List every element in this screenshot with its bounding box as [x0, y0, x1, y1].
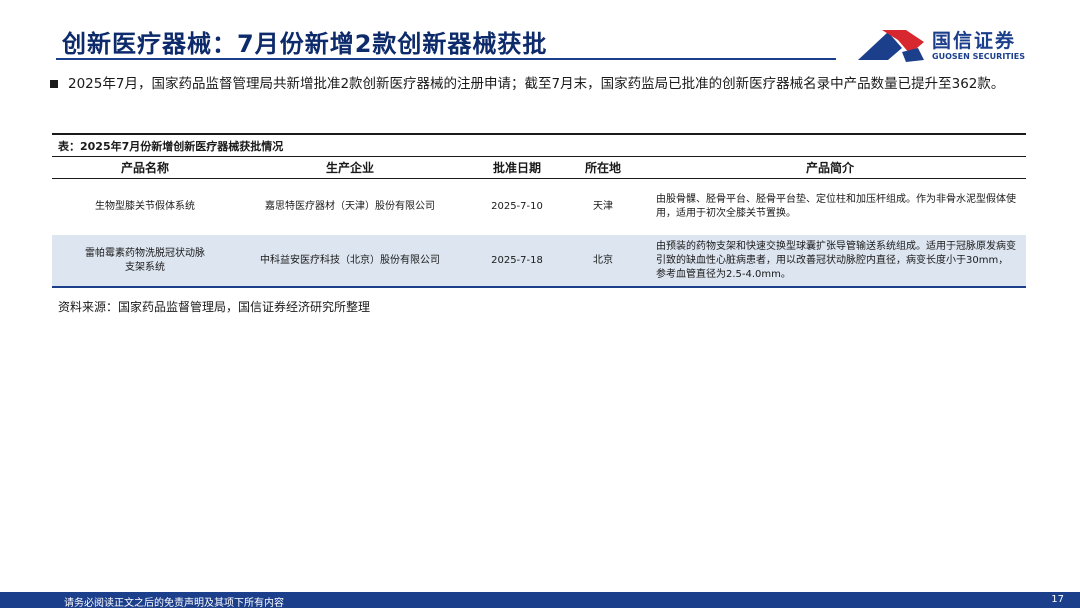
cell-location: 北京	[572, 235, 634, 288]
cell-description: 由预装的药物支架和快速交换型球囊扩张导管输送系统组成。适用于冠脉原发病变引致的缺…	[634, 235, 1026, 288]
cell-product-name: 生物型膝关节假体系统	[95, 201, 195, 212]
logo-en-text: GUOSEN SECURITIES	[932, 52, 1025, 61]
source-note: 资料来源：国家药品监督管理局，国信证券经济研究所整理	[58, 300, 371, 314]
logo-cn-text: 国信证券	[932, 30, 1017, 52]
page-number: 17	[1051, 594, 1064, 605]
guosen-logo-icon	[858, 30, 924, 62]
guosen-logo: 国信证券 GUOSEN SECURITIES	[858, 24, 1034, 68]
summary-text: 2025年7月，国家药品监督管理局共新增批准2款创新医疗器械的注册申请；截至7月…	[68, 76, 1005, 92]
col-header-description: 产品简介	[634, 157, 1026, 179]
summary-bullet: 2025年7月，国家药品监督管理局共新增批准2款创新医疗器械的注册申请；截至7月…	[50, 74, 1035, 94]
col-header-date: 批准日期	[462, 157, 572, 179]
cell-date: 2025-7-10	[491, 201, 543, 212]
col-header-company: 生产企业	[238, 157, 462, 179]
title-divider	[56, 58, 836, 60]
table-caption: 表：2025年7月份新增创新医疗器械获批情况	[52, 133, 1026, 157]
cell-description: 由股骨髁、胫骨平台、胫骨平台垫、定位柱和加压杆组成。作为非骨水泥型假体使用，适用…	[656, 194, 1016, 219]
table-header-row: 产品名称 生产企业 批准日期 所在地 产品简介	[52, 157, 1026, 179]
cell-product-name: 雷帕霉素药物洗脱冠状动脉 支架系统	[52, 235, 238, 288]
bullet-square-icon	[50, 80, 58, 88]
cell-company: 嘉思特医疗器材（天津）股份有限公司	[265, 201, 435, 212]
col-header-location: 所在地	[572, 157, 634, 179]
cell-location: 天津	[593, 201, 613, 212]
footer-bar: 请务必阅读正文之后的免责声明及其项下所有内容 17	[0, 592, 1080, 609]
product-name-line1: 雷帕霉素药物洗脱冠状动脉	[85, 247, 205, 259]
footer-disclaimer: 请务必阅读正文之后的免责声明及其项下所有内容	[64, 598, 284, 609]
cell-company: 中科益安医疗科技（北京）股份有限公司	[238, 235, 462, 288]
approval-table: 表：2025年7月份新增创新医疗器械获批情况 产品名称 生产企业 批准日期 所在…	[52, 133, 1026, 288]
page-title: 创新医疗器械：7月份新增2款创新器械获批	[62, 30, 548, 58]
col-header-name: 产品名称	[52, 157, 238, 179]
table-row: 雷帕霉素药物洗脱冠状动脉 支架系统 中科益安医疗科技（北京）股份有限公司 202…	[52, 235, 1026, 288]
cell-date: 2025-7-18	[462, 235, 572, 288]
table-row: 生物型膝关节假体系统 嘉思特医疗器材（天津）股份有限公司 2025-7-10 天…	[52, 179, 1026, 236]
product-name-line2: 支架系统	[125, 261, 165, 273]
